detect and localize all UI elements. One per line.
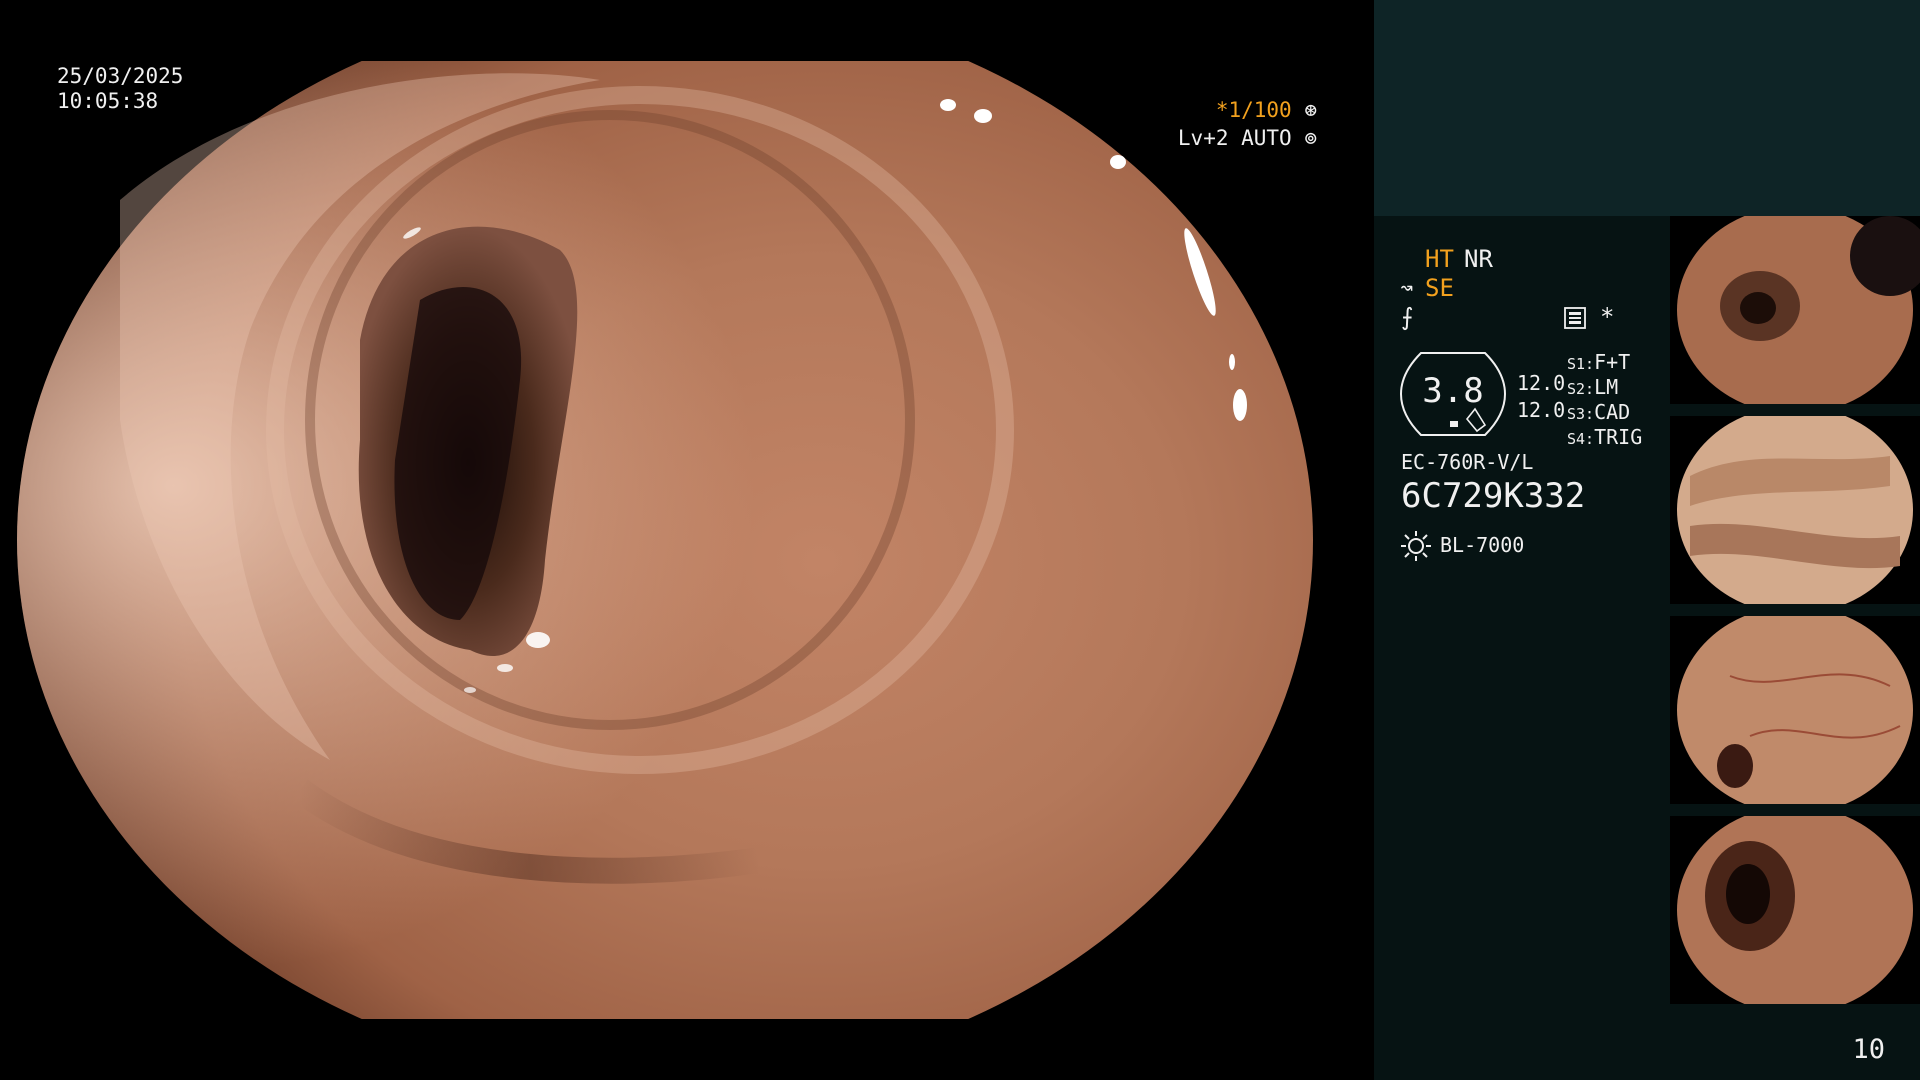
aperture-icon: ⊛ xyxy=(1291,98,1317,122)
thumbnail-image xyxy=(1677,616,1913,804)
thumbnail-image xyxy=(1677,216,1920,404)
captured-thumbnail[interactable] xyxy=(1670,816,1920,1004)
thumbnail-image xyxy=(1677,816,1913,1004)
record-icon xyxy=(1564,307,1586,329)
setting-value-2: 12.0 xyxy=(1517,398,1566,422)
endoscopy-monitor: 25/03/2025 10:05:38 *1/100 ⊛ Lv+2 AUTO ⊚… xyxy=(0,0,1920,1080)
se-indicator: SE xyxy=(1425,274,1454,302)
zoom-value: 3.8 xyxy=(1422,371,1484,411)
captured-thumbnail[interactable] xyxy=(1670,416,1920,604)
structure-enhance-icon: ↝ xyxy=(1400,276,1414,301)
shutter-speed: 1/100 xyxy=(1228,98,1292,122)
thumbnail-image xyxy=(1677,416,1913,604)
shutter-speed-indicator: *1/100 ⊛ xyxy=(1216,100,1317,121)
endoscope-live-view: 25/03/2025 10:05:38 *1/100 ⊛ Lv+2 AUTO ⊚ xyxy=(0,0,1374,1080)
page-number: 10 xyxy=(1852,1034,1885,1065)
setting-value-1: 12.0 xyxy=(1517,371,1566,395)
endoscopic-image xyxy=(17,61,1313,1019)
info-panel-header xyxy=(1374,0,1920,216)
shutter-prefix: * xyxy=(1215,98,1229,122)
auto-light-icon: ⊚ xyxy=(1291,126,1317,150)
zoom-gauge: 3.8 xyxy=(1399,351,1507,437)
ht-indicator: HT xyxy=(1425,245,1454,273)
captured-thumbnail[interactable] xyxy=(1670,616,1920,804)
captured-thumbnail[interactable] xyxy=(1670,216,1920,404)
switch-s2: S2:LM xyxy=(1567,375,1619,399)
switch-s3: S3:CAD xyxy=(1567,400,1631,424)
scope-serial: 6C729K332 xyxy=(1401,476,1586,516)
light-source: BL-7000 xyxy=(1440,533,1525,557)
star-indicator: * xyxy=(1600,303,1615,331)
light-level-indicator: Lv+2 AUTO ⊚ xyxy=(1178,128,1317,149)
switch-s1: S1:F+T xyxy=(1567,350,1631,374)
nr-indicator: NR xyxy=(1464,245,1493,273)
scope-model: EC-760R-V/L xyxy=(1401,450,1534,474)
switch-s4: S4:TRIG xyxy=(1567,425,1643,449)
exam-date: 25/03/2025 xyxy=(57,64,184,88)
light-level: Lv+2 AUTO xyxy=(1177,126,1292,150)
exposure-icon: ⨍ xyxy=(1401,303,1414,331)
lamp-icon xyxy=(1401,531,1431,561)
exam-time: 10:05:38 xyxy=(57,89,159,113)
